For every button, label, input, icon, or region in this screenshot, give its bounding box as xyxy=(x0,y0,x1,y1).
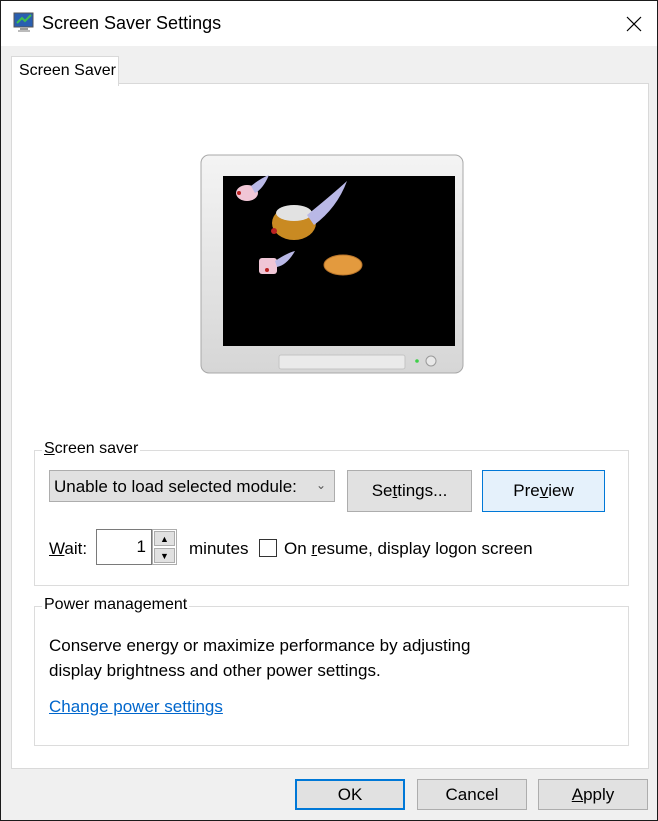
power-led xyxy=(415,359,419,363)
screen-saver-select[interactable]: Unable to load selected module: ⌄ xyxy=(49,470,335,502)
power-description: Conserve energy or maximize performance … xyxy=(49,636,471,680)
screen-saver-settings-dialog: Screen Saver Settings Screen Saver Scree… xyxy=(0,0,658,821)
screen-saver-app-icon xyxy=(13,12,34,32)
decrement-button[interactable]: ▼ xyxy=(154,548,175,563)
screen-saver-group-label: Screen saver xyxy=(42,440,141,458)
apply-button[interactable]: Apply xyxy=(538,779,648,810)
arrow-up-icon: ▲ xyxy=(160,533,169,544)
monitor-preview xyxy=(200,154,464,374)
power-management-group: Power management Conserve energy or maxi… xyxy=(34,596,629,746)
tab-screen-saver[interactable]: Screen Saver xyxy=(11,56,119,86)
title-bar: Screen Saver Settings xyxy=(1,1,657,46)
minutes-label: minutes xyxy=(189,539,249,558)
wait-label: Wait: xyxy=(49,539,88,558)
cancel-button[interactable]: Cancel xyxy=(417,779,527,810)
toast xyxy=(323,254,363,276)
tab-panel: Screen saver Unable to load selected mod… xyxy=(11,83,649,769)
logon-screen-checkbox[interactable] xyxy=(259,539,277,557)
wait-minutes-input[interactable]: 1 xyxy=(96,529,152,565)
settings-button[interactable]: Se t tings... xyxy=(347,470,472,512)
power-management-label: Power management xyxy=(42,596,190,614)
chevron-down-icon: ⌄ xyxy=(315,478,326,492)
close-icon xyxy=(626,16,642,31)
arrow-down-icon: ▼ xyxy=(160,550,169,561)
window-title: Screen Saver Settings xyxy=(42,13,222,33)
preview-button[interactable]: Pre v iew xyxy=(482,470,605,512)
change-power-settings-link[interactable]: Change power settings xyxy=(49,697,223,717)
logon-screen-label[interactable]: On resume, display logon screen xyxy=(284,539,533,559)
screen-saver-group: Screen saver Unable to load selected mod… xyxy=(34,440,629,586)
ok-button[interactable]: OK xyxy=(295,779,405,810)
tab-label: Screen Saver xyxy=(19,62,116,79)
close-button[interactable] xyxy=(611,1,657,46)
increment-button[interactable]: ▲ xyxy=(154,531,175,546)
wait-minutes-stepper[interactable]: ▲ ▼ xyxy=(152,529,177,565)
selected-module-value: Unable to load selected module: xyxy=(54,477,297,496)
